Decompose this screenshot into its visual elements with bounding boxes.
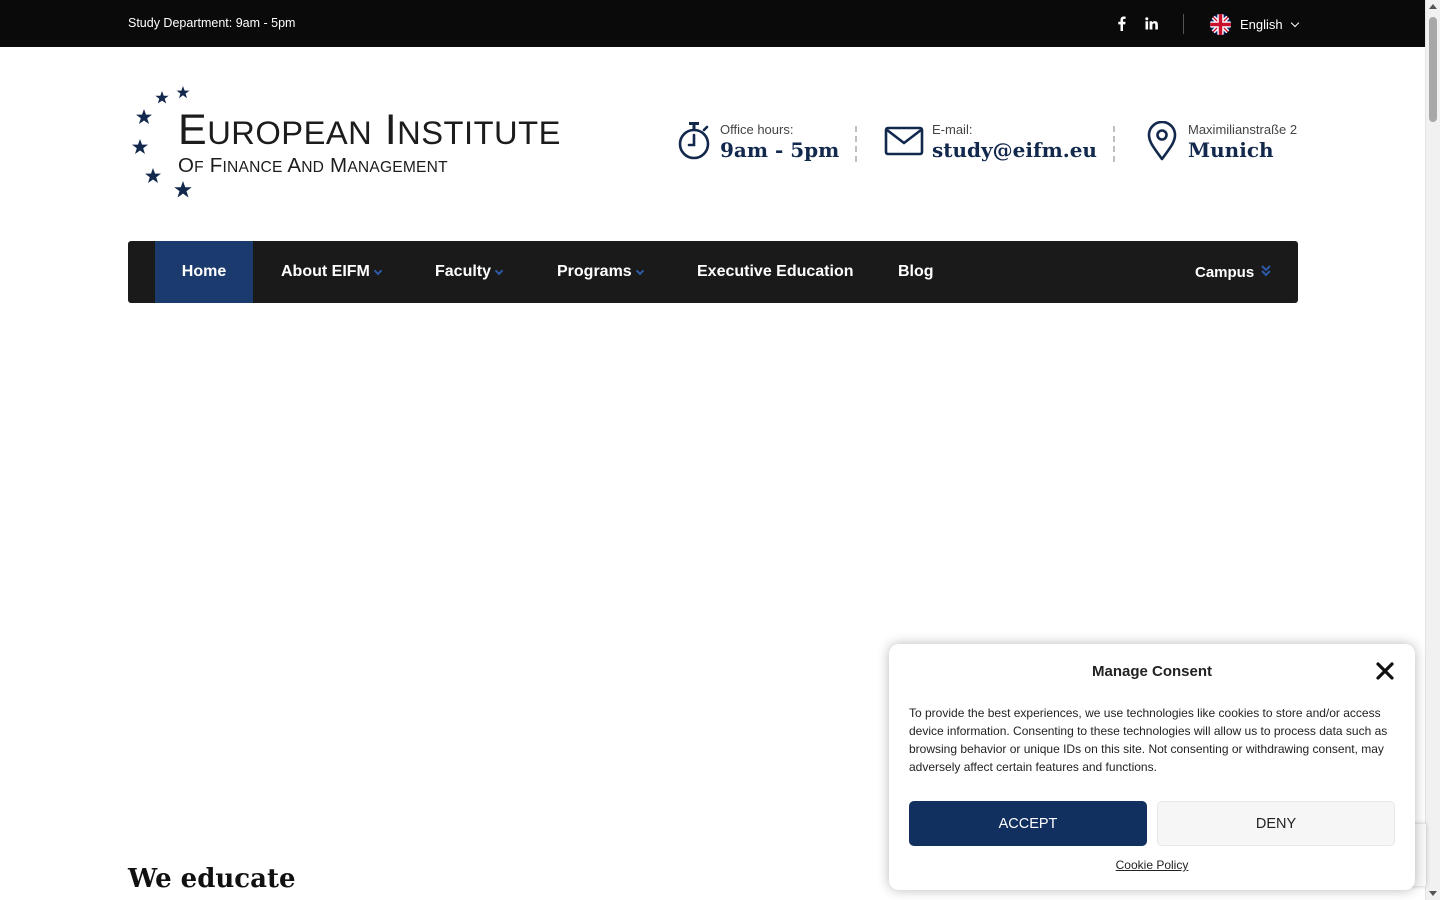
uk-flag-icon — [1210, 13, 1231, 35]
email-label: E-mail: — [932, 122, 973, 137]
nav-item-campus[interactable]: Campus — [1195, 241, 1271, 303]
nav-item-programs[interactable]: Programs — [557, 241, 644, 303]
consent-message: To provide the best experiences, we use … — [909, 706, 1388, 774]
chevron-down-icon — [494, 266, 504, 276]
nav-label: About EIFM — [281, 263, 370, 280]
facebook-icon[interactable] — [1111, 13, 1131, 33]
nav-label: Home — [181, 263, 227, 280]
address-city: Munich — [1188, 138, 1274, 162]
consent-title: Manage Consent — [1091, 663, 1212, 680]
chevron-down-icon — [635, 266, 644, 276]
nav-label: Faculty — [435, 263, 492, 280]
cookie-policy-link[interactable]: Cookie Policy — [889, 858, 1415, 872]
top-bar: Study Department: 9am - 5pm English — [0, 0, 1425, 47]
logo-line-1: EUROPEAN INSTITUTE — [178, 106, 561, 154]
main-navigation: Home About EIFM Faculty Programs Executi… — [128, 241, 1298, 303]
accept-button[interactable]: ACCEPT — [909, 801, 1147, 846]
envelope-icon — [884, 120, 924, 162]
double-chevron-down-icon — [1261, 264, 1271, 281]
nav-item-faculty[interactable]: Faculty — [435, 241, 504, 303]
office-hours-info: Office hours: 9am - 5pm — [676, 120, 839, 162]
topbar-separator — [1183, 14, 1184, 34]
nav-label: Programs — [557, 263, 632, 280]
address-info: Maximilianstraße 2 Munich — [1144, 120, 1297, 162]
nav-label: Blog — [898, 263, 934, 280]
office-hours-value: 9am - 5pm — [720, 138, 840, 162]
close-icon[interactable] — [1375, 661, 1395, 681]
map-pin-icon — [1144, 120, 1180, 162]
address-street: Maximilianstraße 2 — [1188, 122, 1298, 137]
nav-item-about[interactable]: About EIFM — [281, 241, 383, 303]
nav-item-executive-education[interactable]: Executive Education — [697, 241, 854, 303]
chevron-down-icon — [1290, 18, 1299, 27]
logo-line-2: OF FINANCE AND MANAGEMENT — [178, 154, 448, 177]
stopwatch-icon — [676, 120, 712, 162]
nav-item-blog[interactable]: Blog — [898, 241, 934, 303]
info-divider — [1113, 126, 1115, 162]
nav-label: Executive Education — [697, 263, 854, 280]
nav-label: Campus — [1195, 263, 1255, 281]
hero-title: We educate — [128, 864, 296, 894]
info-divider — [855, 126, 857, 162]
deny-button[interactable]: DENY — [1157, 801, 1395, 846]
email-value[interactable]: study@eifm.eu — [932, 138, 1097, 162]
study-hours-text: Study Department: 9am - 5pm — [128, 16, 296, 30]
scroll-thumb[interactable] — [1429, 17, 1437, 122]
nav-item-home[interactable]: Home — [155, 241, 253, 303]
language-label: English — [1240, 16, 1283, 32]
linkedin-icon[interactable] — [1141, 13, 1161, 33]
scroll-down-arrow-icon[interactable] — [1429, 891, 1437, 896]
chevron-down-icon — [373, 266, 383, 276]
email-info[interactable]: E-mail: study@eifm.eu — [884, 120, 1097, 162]
consent-dialog: Manage Consent To provide the best exper… — [889, 644, 1415, 890]
scroll-up-arrow-icon[interactable] — [1429, 4, 1437, 9]
office-hours-label: Office hours: — [720, 122, 794, 137]
page-scrollbar[interactable] — [1425, 0, 1440, 900]
site-logo[interactable]: EUROPEAN INSTITUTE OF FINANCE AND MANAGE… — [128, 84, 561, 206]
language-selector[interactable]: English — [1210, 13, 1299, 35]
